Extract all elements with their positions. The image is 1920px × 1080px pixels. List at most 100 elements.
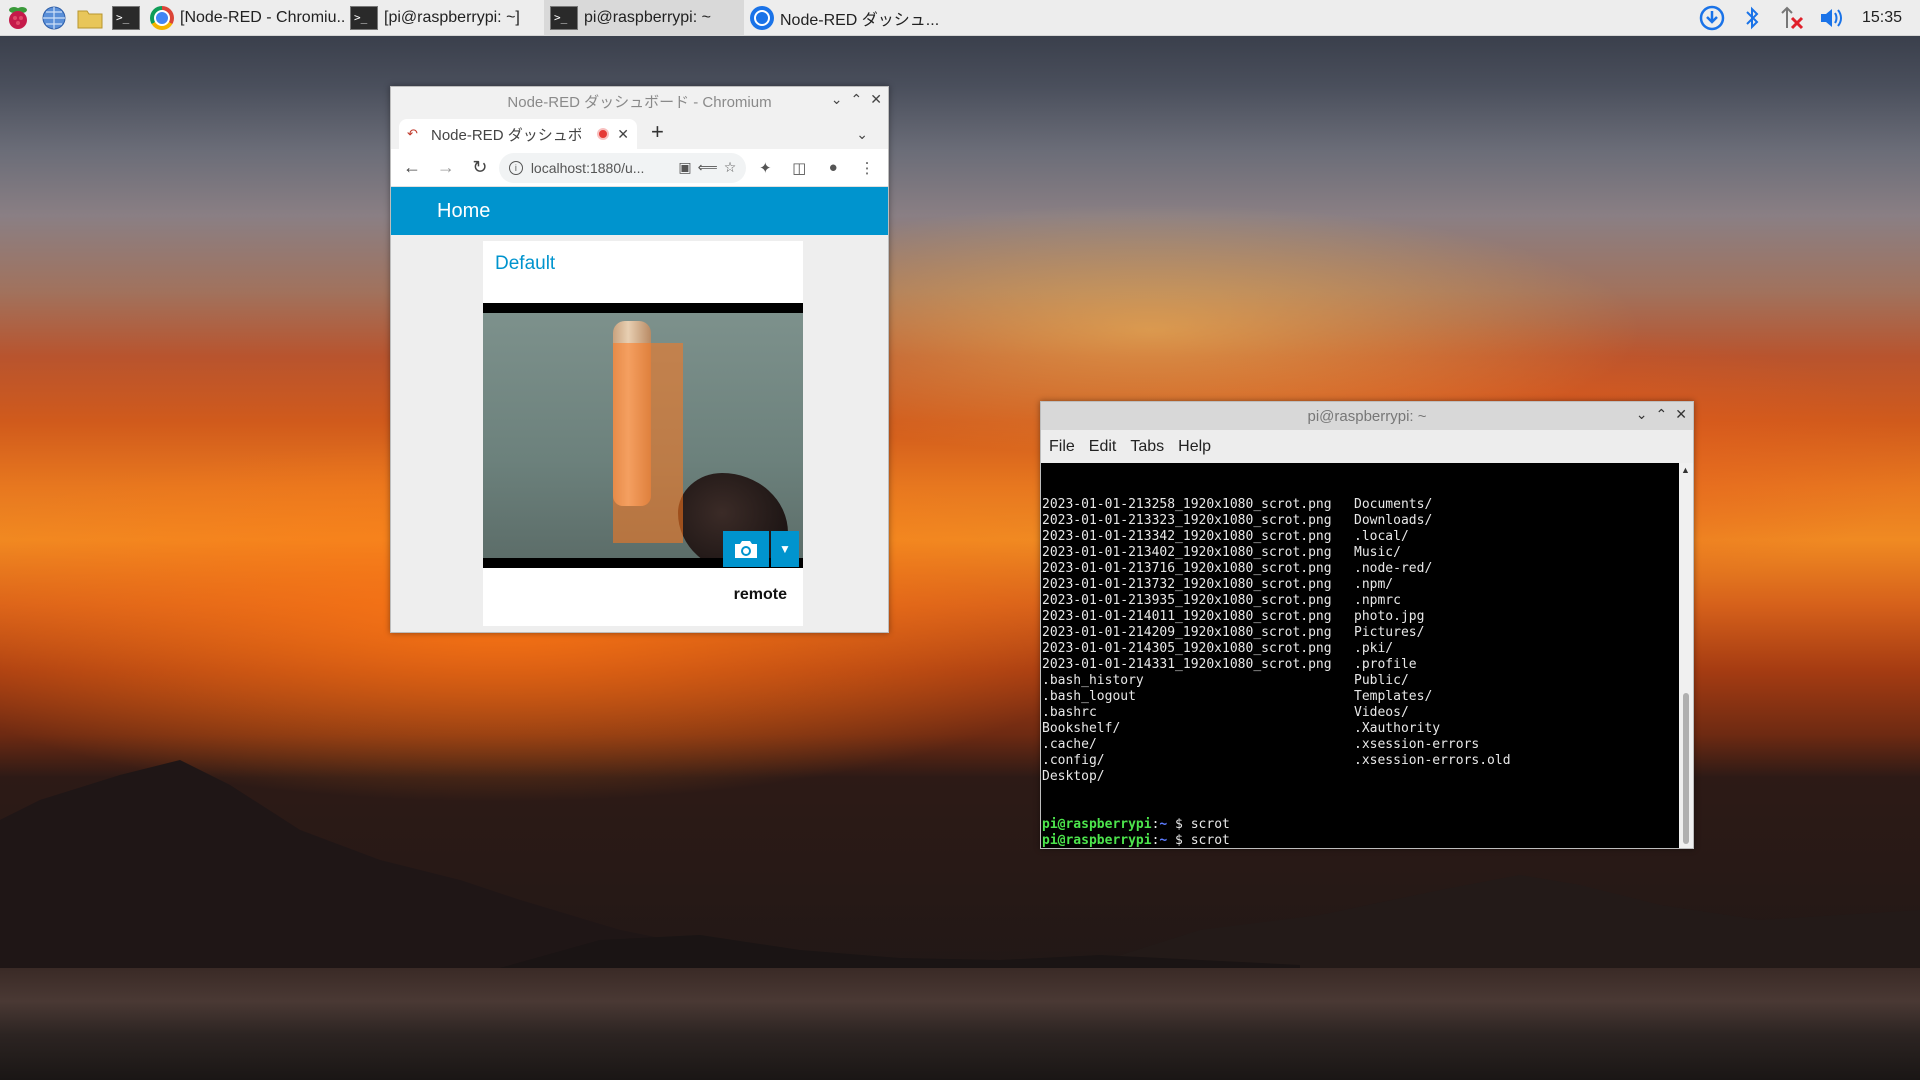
extensions-icon[interactable]: ✦ bbox=[750, 153, 780, 183]
ls-entry: Music/ bbox=[1354, 545, 1401, 560]
page-title: Home bbox=[437, 199, 491, 222]
dashboard-header: Home bbox=[391, 187, 888, 235]
command-text: scrot bbox=[1190, 833, 1230, 848]
window-title: pi@raspberrypi: ~ bbox=[1307, 407, 1427, 425]
ls-entry: .local/ bbox=[1354, 529, 1409, 544]
command-text: scrot bbox=[1190, 817, 1230, 832]
browser-toolbar: ← → ↻ i localhost:1880/u... ▣ ⟸ ☆ ✦ ◫ ● … bbox=[391, 149, 888, 187]
minimize-icon[interactable]: ⌄ bbox=[831, 91, 843, 108]
ls-entry: .npm/ bbox=[1354, 577, 1394, 592]
system-tray: 15:35 bbox=[1692, 0, 1920, 36]
terminal-icon: >_ bbox=[350, 5, 378, 30]
detection-box bbox=[613, 343, 683, 543]
close-icon[interactable]: ✕ bbox=[870, 91, 882, 108]
terminal-icon: >_ bbox=[550, 5, 578, 30]
ls-entry: Documents/ bbox=[1354, 497, 1433, 512]
new-tab-button[interactable]: + bbox=[651, 119, 664, 145]
terminal-window: pi@raspberrypi: ~ ⌄ ⌃ ✕ File Edit Tabs H… bbox=[1040, 401, 1694, 849]
taskbar-task-terminal-1[interactable]: >_ [pi@raspberrypi: ~] bbox=[344, 0, 544, 36]
scrollbar-thumb[interactable] bbox=[1683, 693, 1689, 844]
ls-entry: .profile bbox=[1354, 657, 1417, 672]
tab-strip: ↶ Node-RED ダッシュボ ✕ + ⌄ bbox=[391, 115, 888, 149]
close-icon[interactable]: ✕ bbox=[1675, 406, 1687, 423]
ls-entry: .bashrc bbox=[1042, 705, 1097, 720]
prompt-user: pi@raspberrypi bbox=[1042, 833, 1152, 848]
tab-node-red-dashboard[interactable]: ↶ Node-RED ダッシュボ ✕ bbox=[399, 119, 637, 149]
ls-entry: Videos/ bbox=[1354, 705, 1409, 720]
ls-entry: 2023-01-01-213323_1920x1080_scrot.png bbox=[1042, 513, 1332, 528]
raspberry-menu-icon[interactable] bbox=[0, 0, 36, 36]
camera-icon bbox=[735, 541, 757, 558]
menu-edit[interactable]: Edit bbox=[1089, 438, 1117, 456]
ls-entry: 2023-01-01-214011_1920x1080_scrot.png bbox=[1042, 609, 1332, 624]
prompt-dollar: $ bbox=[1167, 817, 1191, 832]
tab-search-icon[interactable]: ⌄ bbox=[856, 126, 868, 143]
reload-button[interactable]: ↻ bbox=[465, 153, 495, 183]
webcam-view: ▼ bbox=[483, 303, 803, 568]
download-icon[interactable] bbox=[1692, 0, 1732, 36]
ls-entry: 2023-01-01-213935_1920x1080_scrot.png bbox=[1042, 593, 1332, 608]
window-controls: ⌄ ⌃ ✕ bbox=[1636, 406, 1687, 423]
window-titlebar[interactable]: pi@raspberrypi: ~ ⌄ ⌃ ✕ bbox=[1041, 402, 1693, 430]
taskbar-task-node-red-chromium[interactable]: [Node-RED - Chromiu... bbox=[144, 0, 344, 36]
scrollbar[interactable]: ▲ bbox=[1679, 463, 1693, 848]
clock[interactable]: 15:35 bbox=[1852, 9, 1920, 27]
webcam-image bbox=[483, 313, 803, 558]
taskbar-task-terminal-2[interactable]: >_ pi@raspberrypi: ~ bbox=[544, 0, 744, 36]
sea bbox=[0, 968, 1920, 1080]
ls-entry: Bookshelf/ bbox=[1042, 721, 1121, 736]
terminal-icon[interactable]: >_ bbox=[108, 0, 144, 36]
capture-button[interactable] bbox=[723, 531, 769, 567]
camera-in-use-icon[interactable]: ▣ bbox=[678, 159, 691, 176]
minimize-icon[interactable]: ⌄ bbox=[1636, 406, 1648, 423]
bookmark-star-icon[interactable]: ☆ bbox=[724, 159, 737, 176]
terminal-output[interactable]: 2023-01-01-213258_1920x1080_scrot.png Doc… bbox=[1041, 463, 1679, 848]
ls-entry: 2023-01-01-213402_1920x1080_scrot.png bbox=[1042, 545, 1332, 560]
chromium-icon bbox=[150, 5, 174, 30]
side-panel-icon[interactable]: ◫ bbox=[784, 153, 814, 183]
back-button[interactable]: ← bbox=[397, 153, 427, 183]
maximize-icon[interactable]: ⌃ bbox=[851, 91, 863, 108]
menu-tabs[interactable]: Tabs bbox=[1130, 438, 1164, 456]
maximize-icon[interactable]: ⌃ bbox=[1656, 406, 1668, 423]
window-controls: ⌄ ⌃ ✕ bbox=[831, 91, 882, 108]
tab-close-icon[interactable]: ✕ bbox=[617, 126, 629, 143]
profile-icon[interactable]: ● bbox=[818, 153, 848, 183]
ls-entry: .Xauthority bbox=[1354, 721, 1441, 736]
ls-entry: .bash_history bbox=[1042, 673, 1144, 688]
bluetooth-icon[interactable] bbox=[1732, 0, 1772, 36]
ls-entry: Templates/ bbox=[1354, 689, 1433, 704]
camera-dropdown-button[interactable]: ▼ bbox=[771, 531, 799, 567]
menu-file[interactable]: File bbox=[1049, 438, 1075, 456]
share-icon[interactable]: ⟸ bbox=[698, 159, 718, 176]
ls-entry: Downloads/ bbox=[1354, 513, 1433, 528]
tab-title: Node-RED ダッシュボ bbox=[431, 126, 581, 144]
file-manager-icon[interactable] bbox=[72, 0, 108, 36]
site-info-icon[interactable]: i bbox=[508, 160, 523, 175]
terminal-menubar: File Edit Tabs Help bbox=[1041, 430, 1693, 463]
scroll-up-icon[interactable]: ▲ bbox=[1681, 465, 1690, 475]
window-titlebar[interactable]: Node-RED ダッシュボード - Chromium ⌄ ⌃ ✕ bbox=[391, 87, 888, 115]
web-browser-icon[interactable] bbox=[36, 0, 72, 36]
forward-button[interactable]: → bbox=[431, 153, 461, 183]
group-title: Default bbox=[495, 253, 556, 274]
ls-entry: 2023-01-01-213716_1920x1080_scrot.png bbox=[1042, 561, 1332, 576]
ls-entry: 2023-01-01-214209_1920x1080_scrot.png bbox=[1042, 625, 1332, 640]
chromium-window: Node-RED ダッシュボード - Chromium ⌄ ⌃ ✕ ↶ Node… bbox=[390, 86, 889, 633]
window-title: Node-RED ダッシュボード - Chromium bbox=[507, 93, 772, 111]
ls-entry: 2023-01-01-213732_1920x1080_scrot.png bbox=[1042, 577, 1332, 592]
address-bar[interactable]: i localhost:1880/u... ▣ ⟸ ☆ bbox=[498, 152, 747, 183]
url-text: localhost:1880/u... bbox=[530, 159, 645, 176]
menu-help[interactable]: Help bbox=[1178, 438, 1211, 456]
ls-entry: .bash_logout bbox=[1042, 689, 1136, 704]
taskbar-task-node-red-dashboard[interactable]: Node-RED ダッシュ... bbox=[744, 0, 944, 36]
ls-entry: Desktop/ bbox=[1042, 769, 1105, 784]
ls-entry: .cache/ bbox=[1042, 737, 1097, 752]
volume-icon[interactable] bbox=[1812, 0, 1852, 36]
chromium-icon bbox=[750, 5, 774, 30]
network-disconnected-icon[interactable] bbox=[1772, 0, 1812, 36]
kebab-menu-icon[interactable]: ⋮ bbox=[852, 153, 882, 183]
dashboard-group-card: Default ▼ remote bbox=[483, 241, 803, 626]
task-label: [pi@raspberrypi: ~] bbox=[384, 8, 520, 26]
task-label: [Node-RED - Chromiu... bbox=[180, 8, 344, 26]
